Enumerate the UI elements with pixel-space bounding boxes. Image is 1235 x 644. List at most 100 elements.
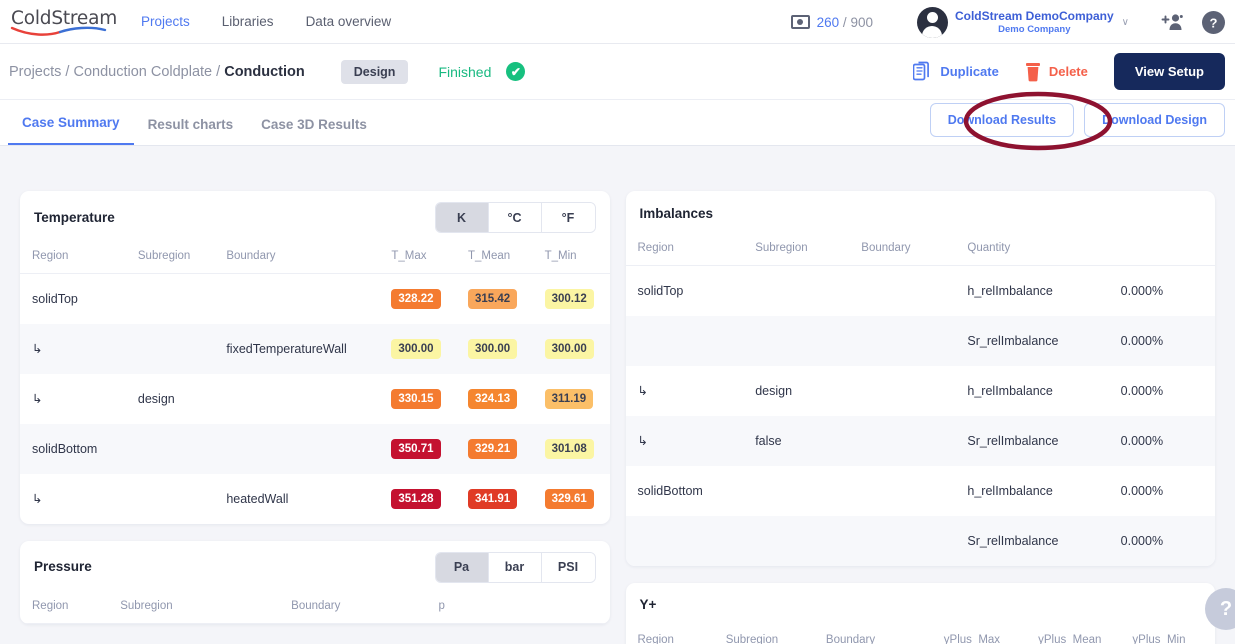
table-row: solidBottom 350.71 329.21 301.08: [20, 423, 610, 474]
account-name: ColdStream DemoCompany: [954, 8, 1114, 23]
chevron-down-icon[interactable]: ∨: [1122, 17, 1129, 28]
cell-tmin: 301.08: [544, 424, 610, 474]
avatar: [916, 6, 948, 38]
badge-tmin: 300.12: [544, 288, 594, 309]
yplus-table: Region Subregion Boundary yPlus_Max yPlu…: [625, 626, 1215, 644]
credits-total: 900: [850, 14, 873, 30]
cell-value: 0.000%: [1120, 533, 1164, 548]
cell-quantity: Sr_relImbalance: [967, 533, 1059, 548]
credits-used: 260: [816, 14, 840, 30]
credits-text: 260 / 900: [817, 15, 873, 30]
col-i-quantity: Quantity: [967, 235, 1121, 266]
unit-fahrenheit[interactable]: °F: [541, 203, 595, 232]
col-y-boundary: Boundary: [825, 626, 944, 644]
download-results-button[interactable]: Download Results: [929, 103, 1075, 137]
col-y-min: yPlus_Min: [1132, 626, 1215, 644]
cell-quantity: h_relImbalance: [967, 383, 1053, 398]
cell-boundary: [226, 424, 391, 474]
col-i-region: Region: [625, 235, 756, 266]
breadcrumb: Projects / Conduction Coldplate / Conduc…: [9, 64, 305, 80]
unit-pascal[interactable]: Pa: [435, 552, 489, 582]
col-tmean: T_Mean: [467, 243, 545, 274]
cell-tmax: 350.71: [391, 424, 468, 474]
temperature-header-row: Region Subregion Boundary T_Max T_Mean T…: [20, 243, 610, 274]
cell-boundary: [861, 266, 967, 316]
badge-tmax: 350.71: [391, 438, 441, 459]
col-tmax: T_Max: [391, 243, 468, 274]
cell-tmean: 324.13: [467, 374, 545, 424]
delete-button[interactable]: Delete: [1025, 62, 1088, 82]
nav-link-projects[interactable]: Projects: [125, 14, 206, 29]
cell-region: solidBottom: [32, 441, 98, 456]
breadcrumb-root[interactable]: Projects /: [9, 64, 73, 80]
yplus-card: Y+ Region Subregion Boundary yPlus_Max y…: [625, 582, 1215, 644]
duplicate-icon: [913, 61, 930, 81]
table-row: ↳ fixedTemperatureWall 300.00 300.00 300.00: [20, 323, 610, 374]
cell-subregion: design: [137, 391, 175, 406]
pressure-table: Region Subregion Boundary p: [20, 592, 610, 624]
nav-link-libraries[interactable]: Libraries: [206, 14, 290, 29]
badge-tmin: 311.19: [544, 388, 594, 409]
breadcrumb-project[interactable]: Conduction Coldplate /: [73, 64, 224, 80]
table-row: solidTop 328.22 315.42 300.12: [20, 274, 610, 324]
cell-subregion: [138, 274, 226, 324]
cell-boundary: [226, 374, 391, 424]
pressure-card-header: Pressure Pa bar PSI: [20, 541, 610, 593]
cell-tmax: 300.00: [391, 324, 468, 374]
cell-subregion: [755, 316, 861, 366]
col-i-boundary: Boundary: [861, 235, 968, 266]
table-row: solidBottom h_relImbalance 0.000%: [626, 466, 1216, 516]
cell-value: 0.000%: [1120, 283, 1164, 298]
badge-tmin: 329.61: [544, 488, 594, 509]
cell-tmean: 341.91: [467, 474, 545, 524]
nav-link-data-overview[interactable]: Data overview: [290, 14, 408, 29]
coldstream-logo[interactable]: ColdStream: [8, 7, 117, 37]
table-row: Sr_relImbalance 0.000%: [625, 515, 1215, 566]
tab-case-summary[interactable]: Case Summary: [8, 115, 134, 145]
badge-tmin: 301.08: [544, 438, 594, 459]
imbalances-title: Imbalances: [639, 205, 714, 221]
account-menu[interactable]: ColdStream DemoCompany Demo Company ∨: [916, 6, 1143, 38]
cell-boundary: [861, 466, 967, 516]
table-row: ↳ heatedWall 351.28 341.91 329.61: [20, 474, 610, 524]
cell-subregion: [755, 516, 861, 566]
tab-case-3d-results[interactable]: Case 3D Results: [247, 117, 381, 145]
left-column: Temperature K °C °F Region Subregion Bou…: [20, 147, 610, 644]
cell-region: ↳: [32, 492, 43, 506]
unit-psi[interactable]: PSI: [541, 552, 595, 582]
help-button[interactable]: ?: [1202, 10, 1225, 34]
table-row: solidTop h_relImbalance 0.000%: [626, 266, 1216, 316]
unit-kelvin[interactable]: K: [435, 203, 489, 232]
breadcrumb-current: Conduction: [224, 63, 305, 80]
col-p-region: Region: [20, 592, 121, 624]
unit-celsius[interactable]: °C: [488, 203, 542, 232]
add-user-button[interactable]: [1161, 12, 1186, 32]
cell-value: 0.000%: [1120, 433, 1164, 448]
cell-subregion: false: [755, 433, 782, 448]
tab-result-charts[interactable]: Result charts: [134, 117, 248, 145]
cell-value: 0.000%: [1120, 383, 1164, 398]
credits-separator: /: [842, 14, 847, 30]
col-boundary: Boundary: [226, 243, 392, 274]
table-row: Sr_relImbalance 0.000%: [625, 315, 1215, 366]
yplus-title: Y+: [639, 597, 657, 612]
col-i-value: [1120, 235, 1215, 266]
temperature-table-head: Region Subregion Boundary T_Max T_Mean T…: [20, 243, 610, 274]
help-circle-icon: ?: [1202, 10, 1225, 34]
col-subregion: Subregion: [137, 243, 227, 274]
duplicate-button[interactable]: Duplicate: [913, 61, 999, 82]
cell-tmin: 300.00: [544, 324, 610, 374]
design-chip: Design: [340, 59, 409, 84]
pressure-table-head: Region Subregion Boundary p: [20, 592, 610, 624]
imbalances-card-header: Imbalances: [626, 191, 1216, 235]
credits-indicator[interactable]: 260 / 900: [790, 15, 873, 30]
cell-region: ↳: [637, 384, 648, 398]
download-design-button[interactable]: Download Design: [1084, 103, 1225, 137]
view-setup-button[interactable]: View Setup: [1113, 53, 1225, 90]
delete-label: Delete: [1048, 64, 1088, 79]
cell-tmax: 351.28: [391, 474, 468, 524]
yplus-table-head: Region Subregion Boundary yPlus_Max yPlu…: [625, 626, 1215, 644]
right-column: Imbalances Region Subregion Boundary Qua…: [625, 147, 1216, 644]
unit-bar[interactable]: bar: [488, 552, 542, 582]
cell-subregion: design: [755, 383, 793, 398]
